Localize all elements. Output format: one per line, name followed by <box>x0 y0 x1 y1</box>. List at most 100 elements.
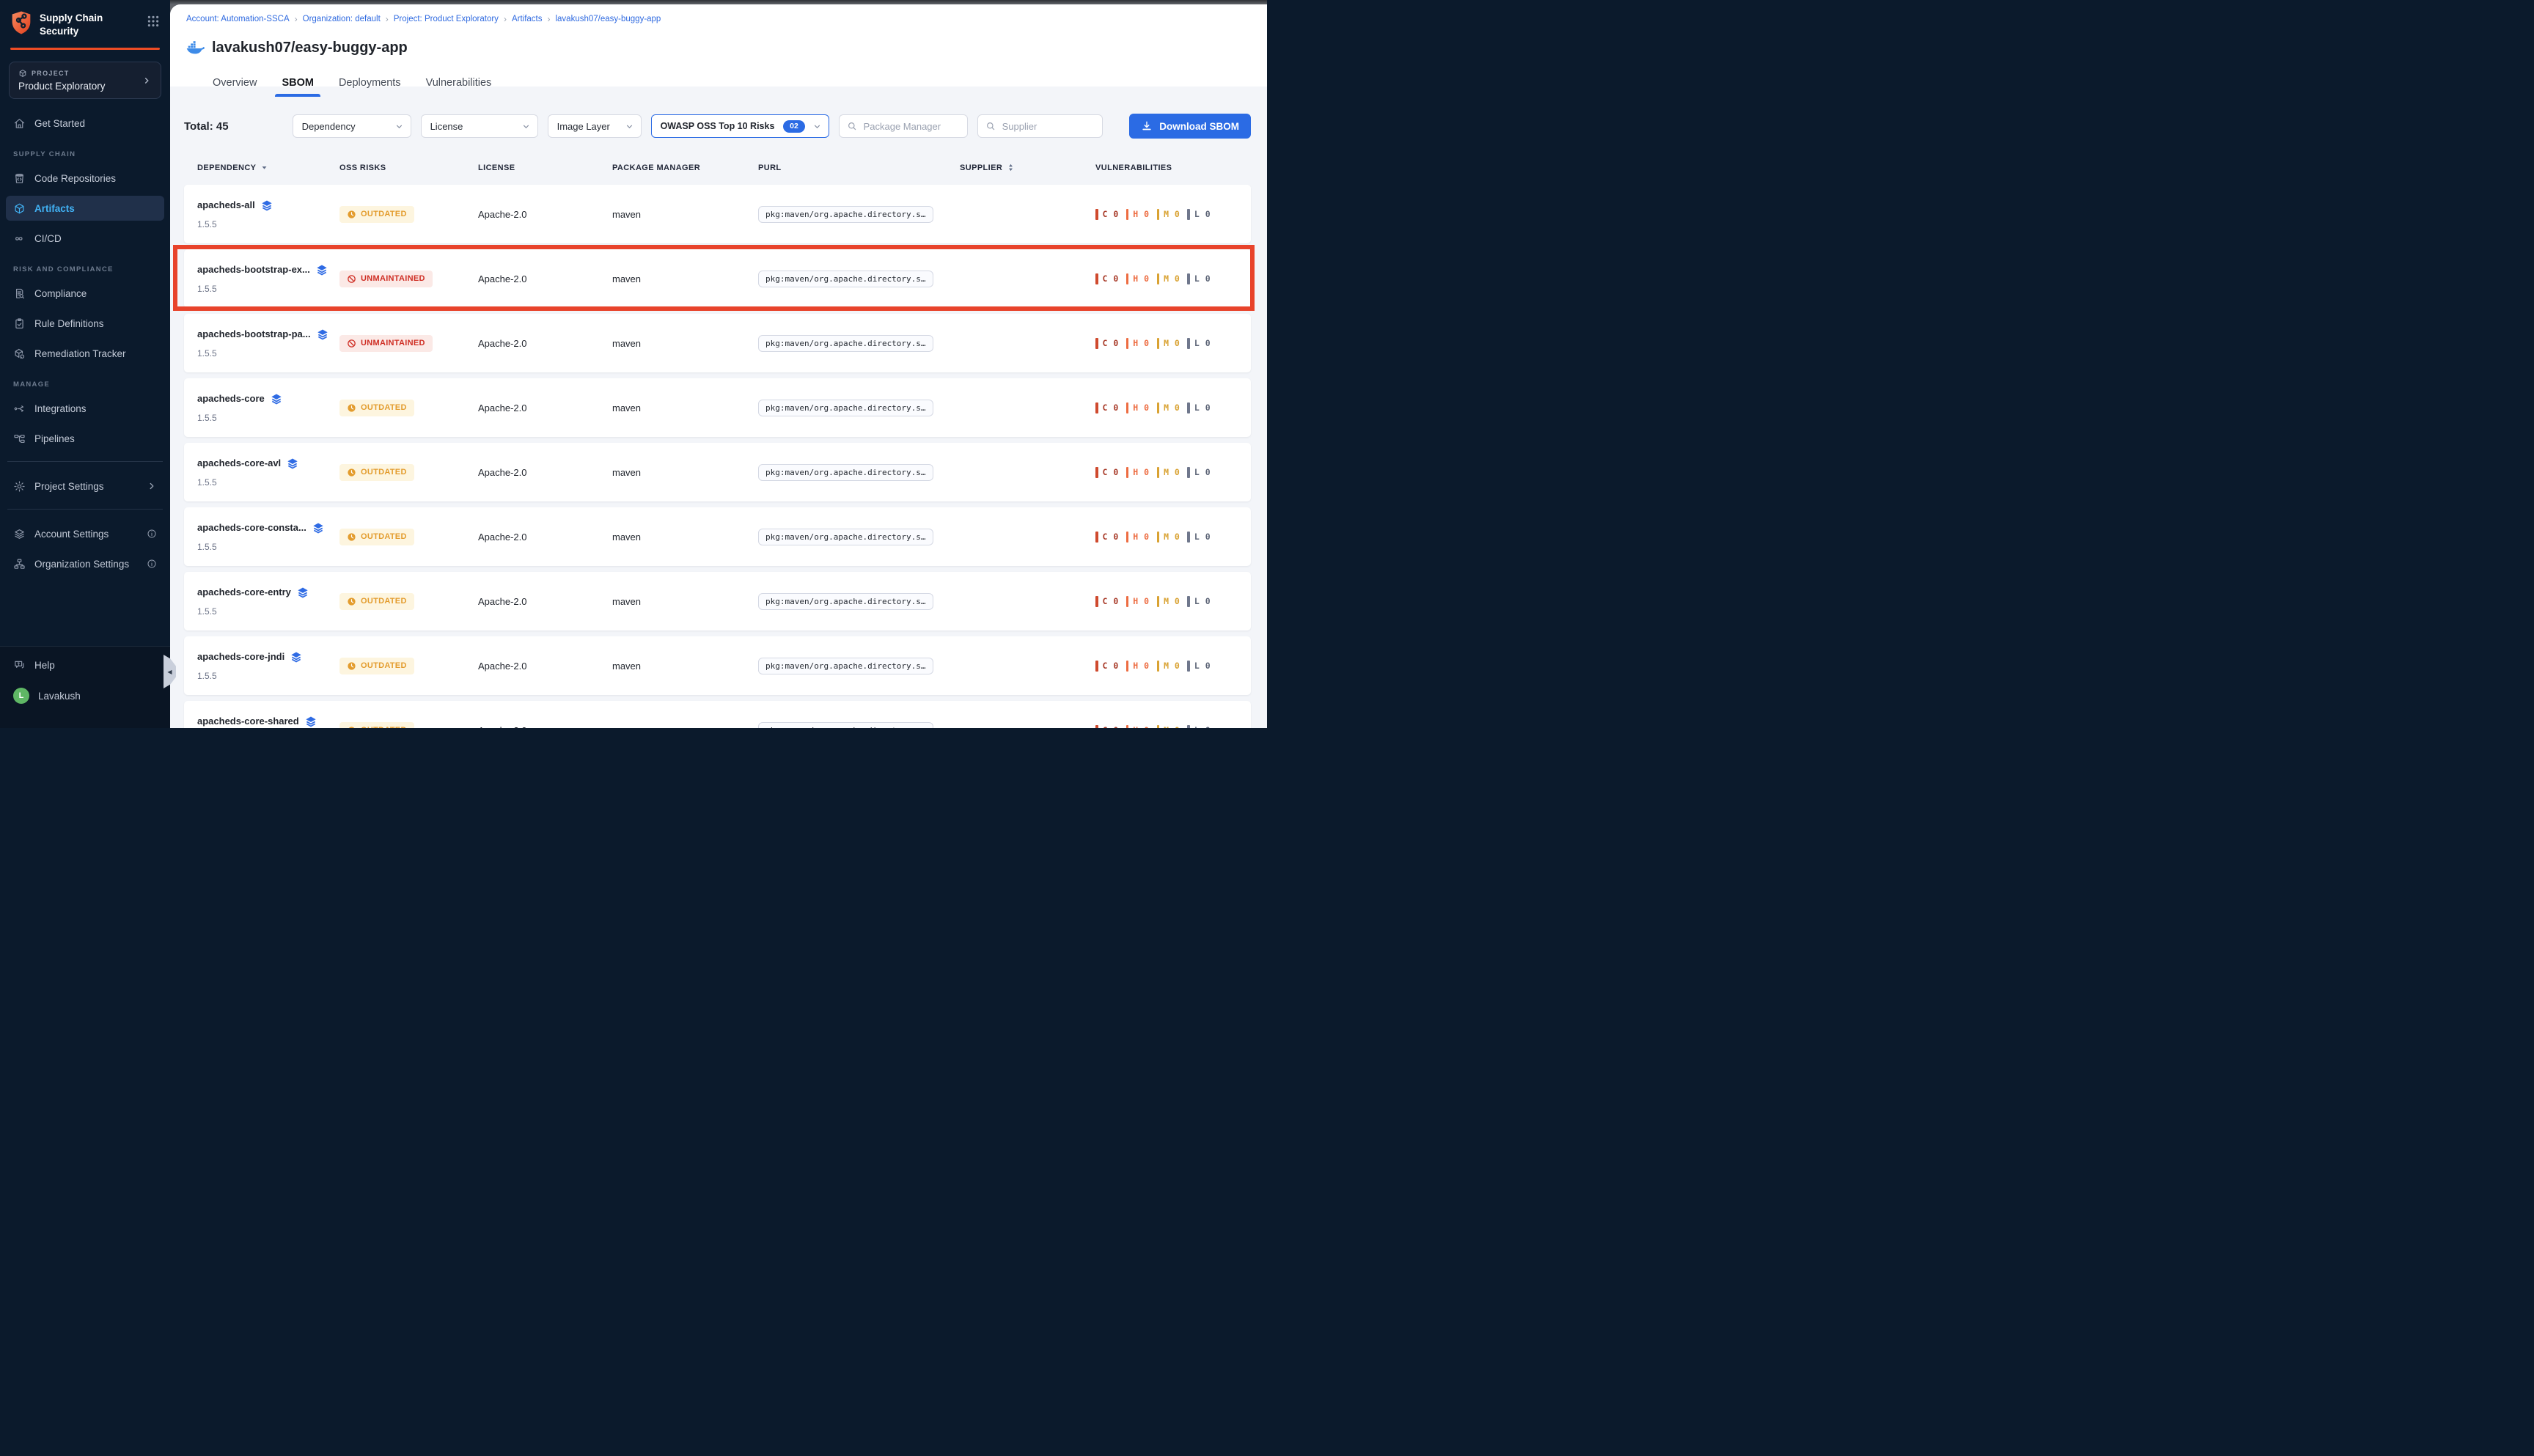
purl-chip[interactable]: pkg:maven/org.apache.directory.s… <box>758 658 933 674</box>
layers-icon[interactable] <box>287 457 298 469</box>
sidebar-item-project-settings[interactable]: Project Settings <box>6 474 164 499</box>
layers-icon[interactable] <box>316 264 328 276</box>
table-row[interactable]: apacheds-bootstrap-pa...1.5.5UNMAINTAINE… <box>184 314 1251 372</box>
vuln-high: H 0 <box>1126 209 1150 220</box>
package-manager-search-input[interactable] <box>862 120 960 133</box>
vuln-high-count: H 0 <box>1133 209 1149 219</box>
owasp-risks-filter-select[interactable]: OWASP OSS Top 10 Risks 02 <box>651 114 829 138</box>
license-cell: Apache-2.0 <box>478 467 612 478</box>
breadcrumb-link[interactable]: Account: Automation-SSCA <box>186 15 290 23</box>
vuln-critical-bar <box>1095 209 1098 220</box>
package-manager-search <box>839 114 968 138</box>
sidebar-item-ci-cd[interactable]: CI/CD <box>6 226 164 251</box>
supplier-search-input[interactable] <box>1001 120 1095 133</box>
vuln-low: L 0 <box>1187 661 1211 672</box>
clock-icon <box>347 597 356 606</box>
sidebar-item-pipelines[interactable]: Pipelines <box>6 426 164 451</box>
oss-risk-label: OUTDATED <box>361 532 407 541</box>
table-row[interactable]: apacheds-core1.5.5OUTDATEDApache-2.0mave… <box>184 378 1251 437</box>
oss-risk-badge: UNMAINTAINED <box>339 271 433 287</box>
breadcrumb-separator: › <box>295 14 298 24</box>
layers-icon[interactable] <box>305 716 317 727</box>
purl-chip[interactable]: pkg:maven/org.apache.directory.s… <box>758 529 933 545</box>
purl-chip[interactable]: pkg:maven/org.apache.directory.s… <box>758 464 933 481</box>
dependency-name: apacheds-core-entry <box>197 587 291 598</box>
vuln-high-count: H 0 <box>1133 273 1149 284</box>
vulnerabilities-cell: C 0H 0M 0L 0 <box>1095 596 1251 607</box>
sidebar-item-account-settings[interactable]: Account Settings <box>6 521 164 546</box>
layers-icon[interactable] <box>290 651 302 663</box>
sidebar-item-remediation-tracker[interactable]: Remediation Tracker <box>6 341 164 366</box>
vuln-high-bar <box>1126 725 1129 729</box>
table-row[interactable]: apacheds-core-shared1.5.5OUTDATEDApache-… <box>184 701 1251 728</box>
nav-section-label: SUPPLY CHAIN <box>13 150 157 158</box>
nav-section-label: MANAGE <box>13 380 157 389</box>
sidebar-item-organization-settings[interactable]: Organization Settings <box>6 551 164 576</box>
vuln-high: H 0 <box>1126 467 1150 478</box>
license-cell: Apache-2.0 <box>478 661 612 672</box>
sidebar-item-compliance[interactable]: Compliance <box>6 281 164 306</box>
app-grid-icon[interactable] <box>147 15 160 28</box>
sidebar-item-rule-definitions[interactable]: Rule Definitions <box>6 311 164 336</box>
vuln-critical-count: C 0 <box>1103 661 1119 671</box>
breadcrumb-link[interactable]: lavakush07/easy-buggy-app <box>555 15 661 23</box>
vuln-medium-bar <box>1157 596 1160 607</box>
sidebar-item-artifacts[interactable]: Artifacts <box>6 196 164 221</box>
sidebar-item-code-repositories[interactable]: Code Repositories <box>6 166 164 191</box>
table-row[interactable]: apacheds-core-jndi1.5.5OUTDATEDApache-2.… <box>184 636 1251 695</box>
purl-chip[interactable]: pkg:maven/org.apache.directory.s… <box>758 271 933 287</box>
oss-risk-badge: OUTDATED <box>339 400 414 416</box>
table-row[interactable]: apacheds-core-entry1.5.5OUTDATEDApache-2… <box>184 572 1251 630</box>
help-button[interactable]: Help <box>13 654 157 676</box>
dependency-cell: apacheds-all1.5.5 <box>197 199 339 229</box>
breadcrumb-link[interactable]: Artifacts <box>512 15 543 23</box>
vuln-critical-bar <box>1095 273 1098 284</box>
breadcrumb: Account: Automation-SSCA › Organization: d… <box>170 14 1267 24</box>
cube-icon <box>13 202 26 215</box>
vuln-high-count: H 0 <box>1133 596 1149 606</box>
vuln-medium-bar <box>1157 725 1160 729</box>
breadcrumb-link[interactable]: Project: Product Exploratory <box>394 15 499 23</box>
vuln-medium-count: M 0 <box>1164 467 1180 477</box>
column-header-label: LICENSE <box>478 163 515 172</box>
purl-chip[interactable]: pkg:maven/org.apache.directory.s… <box>758 400 933 416</box>
purl-chip[interactable]: pkg:maven/org.apache.directory.s… <box>758 593 933 610</box>
vulnerabilities-cell: C 0H 0M 0L 0 <box>1095 467 1251 478</box>
layers-icon[interactable] <box>297 587 309 598</box>
sidebar-item-get-started[interactable]: Get Started <box>6 111 164 136</box>
sidebar-item-integrations[interactable]: Integrations <box>6 396 164 421</box>
layers-icon[interactable] <box>312 522 324 534</box>
oss-risk-cell: OUTDATED <box>339 658 478 674</box>
clock-icon <box>347 532 356 542</box>
license-filter-select[interactable]: License <box>421 114 538 138</box>
layers-icon[interactable] <box>261 199 273 211</box>
table-row[interactable]: apacheds-core-consta...1.5.5OUTDATEDApac… <box>184 507 1251 566</box>
project-selector[interactable]: PROJECT Product Exploratory <box>9 62 161 99</box>
vuln-medium-count: M 0 <box>1164 273 1180 284</box>
breadcrumb-link[interactable]: Organization: default <box>303 15 381 23</box>
package-manager-cell: maven <box>612 338 758 349</box>
table-row[interactable]: apacheds-all1.5.5OUTDATEDApache-2.0maven… <box>184 185 1251 243</box>
image-layer-filter-select[interactable]: Image Layer <box>548 114 642 138</box>
purl-chip[interactable]: pkg:maven/org.apache.directory.s… <box>758 206 933 223</box>
table-row[interactable]: apacheds-core-avl1.5.5OUTDATEDApache-2.0… <box>184 443 1251 501</box>
purl-chip[interactable]: pkg:maven/org.apache.directory.s… <box>758 722 933 728</box>
column-header-license: LICENSE <box>478 163 612 172</box>
vuln-high-bar <box>1126 273 1129 284</box>
dependency-filter-select[interactable]: Dependency <box>293 114 411 138</box>
sidebar-nav: Get Started SUPPLY CHAIN Code Repositories… <box>0 111 170 728</box>
layers-icon[interactable] <box>271 393 282 405</box>
column-header-label: VULNERABILITIES <box>1095 163 1172 172</box>
ban-icon <box>347 339 356 348</box>
vuln-low-count: L 0 <box>1194 209 1211 219</box>
column-header-dependency[interactable]: DEPENDENCY <box>197 163 339 172</box>
user-menu[interactable]: L Lavakush <box>13 685 157 707</box>
download-sbom-button[interactable]: Download SBOM <box>1129 114 1251 139</box>
table-row[interactable]: apacheds-bootstrap-ex...1.5.5UNMAINTAINE… <box>184 249 1251 308</box>
layers-icon[interactable] <box>317 328 328 340</box>
column-header-supplier[interactable]: SUPPLIER <box>960 163 1095 172</box>
vuln-critical-count: C 0 <box>1103 273 1119 284</box>
purl-chip[interactable]: pkg:maven/org.apache.directory.s… <box>758 335 933 352</box>
vuln-low: L 0 <box>1187 209 1211 220</box>
vuln-medium-count: M 0 <box>1164 402 1180 413</box>
